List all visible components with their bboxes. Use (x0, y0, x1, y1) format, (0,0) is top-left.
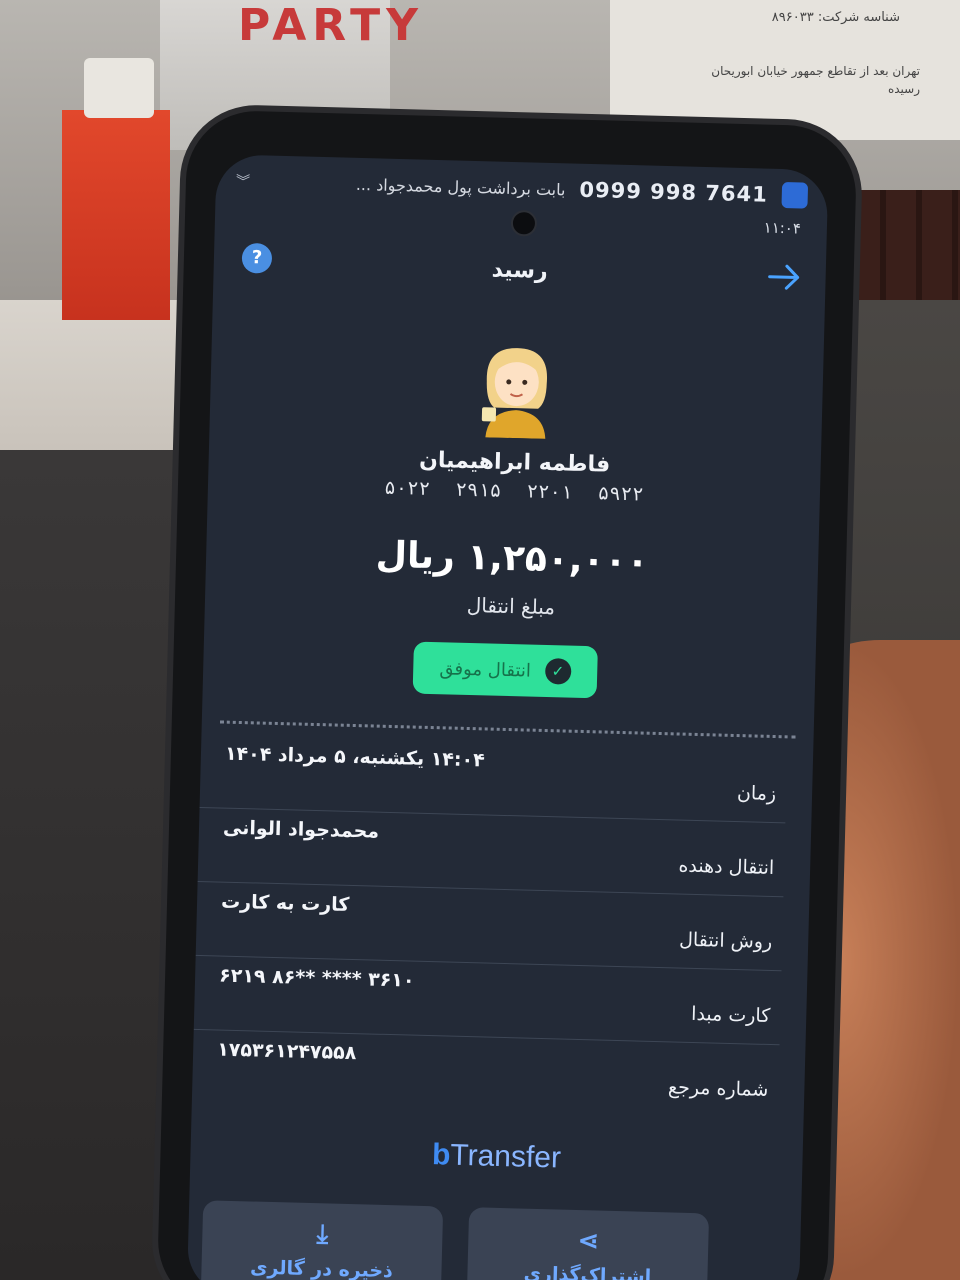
arrow-right-icon[interactable] (767, 263, 802, 292)
status-time: ۱۱:۰۴ (763, 218, 802, 238)
detail-value: محمدجواد الوانی (222, 816, 380, 843)
notification-text: بابت برداشت پول محمدجواد ... (355, 174, 566, 199)
chevron-icon: ︾ (235, 173, 251, 191)
detail-value: ۱۷۵۳۶۱۲۴۷۵۵۸ (216, 1038, 357, 1065)
detail-label: روش انتقال (678, 928, 773, 954)
detail-label: زمان (736, 782, 777, 806)
transfer-amount: ۱,۲۵۰,۰۰۰ ریال (375, 534, 650, 583)
page-title: رسید (491, 257, 549, 284)
detail-label: انتقال دهنده (678, 854, 775, 880)
detail-label: شماره مرجع (667, 1076, 769, 1101)
avatar (481, 348, 547, 439)
btransfer-logo: bTransfer (431, 1138, 562, 1175)
share-icon: ⋖ (577, 1226, 600, 1257)
detail-row: ۱۷۵۳۶۱۲۴۷۵۵۸ شماره مرجع (192, 1030, 780, 1118)
detail-label: کارت مبدا (690, 1002, 771, 1027)
status-bar: ︾ بابت برداشت پول محمدجواد ... 0999 998 … (236, 163, 809, 214)
transfer-amount-label: مبلغ انتقال (466, 592, 556, 620)
notification-phone-number: 0999 998 7641 (579, 177, 769, 207)
phone: ︾ بابت برداشت پول محمدجواد ... 0999 998 … (156, 109, 858, 1280)
share-button[interactable]: ⋖ اشتراک‌گذاری (466, 1207, 710, 1280)
top-bar: ? رسید (213, 228, 827, 314)
detail-value: کارت به کارت (220, 890, 350, 916)
download-icon: ⤓ (316, 1219, 329, 1250)
receipt-details: ۱۴:۰۴ یکشنبه، ۵ مرداد ۱۴۰۴ زمان محمدجواد… (192, 734, 813, 1119)
save-to-gallery-button[interactable]: ⤓ ذخیره در گالری (200, 1200, 444, 1280)
camera-cutout (510, 209, 538, 237)
red-cabinet (62, 110, 170, 320)
status-badge: انتقال موفق ✓ (412, 641, 598, 699)
detail-value: ۱۴:۰۴ یکشنبه، ۵ مرداد ۱۴۰۴ (224, 742, 485, 772)
desk-phone (84, 58, 154, 118)
save-button-label: ذخیره در گالری (249, 1256, 394, 1280)
background-paper-line: تهران بعد از تقاطع جمهور خیابان ابوریحان… (711, 64, 920, 96)
app-icon (781, 182, 809, 209)
books (850, 190, 960, 300)
phone-screen: ︾ بابت برداشت پول محمدجواد ... 0999 998 … (186, 154, 829, 1280)
detail-value: ۶۲۱۹ ۸۶** **** ۳۶۱۰ (218, 964, 415, 992)
background-box-text: PARTY (238, 0, 425, 51)
status-text: انتقال موفق (439, 657, 532, 682)
check-icon: ✓ (544, 657, 572, 685)
background-paper-line: شناسه شرکت: ۸۹۶۰۳۳ (771, 10, 900, 25)
share-button-label: اشتراک‌گذاری (523, 1262, 652, 1280)
